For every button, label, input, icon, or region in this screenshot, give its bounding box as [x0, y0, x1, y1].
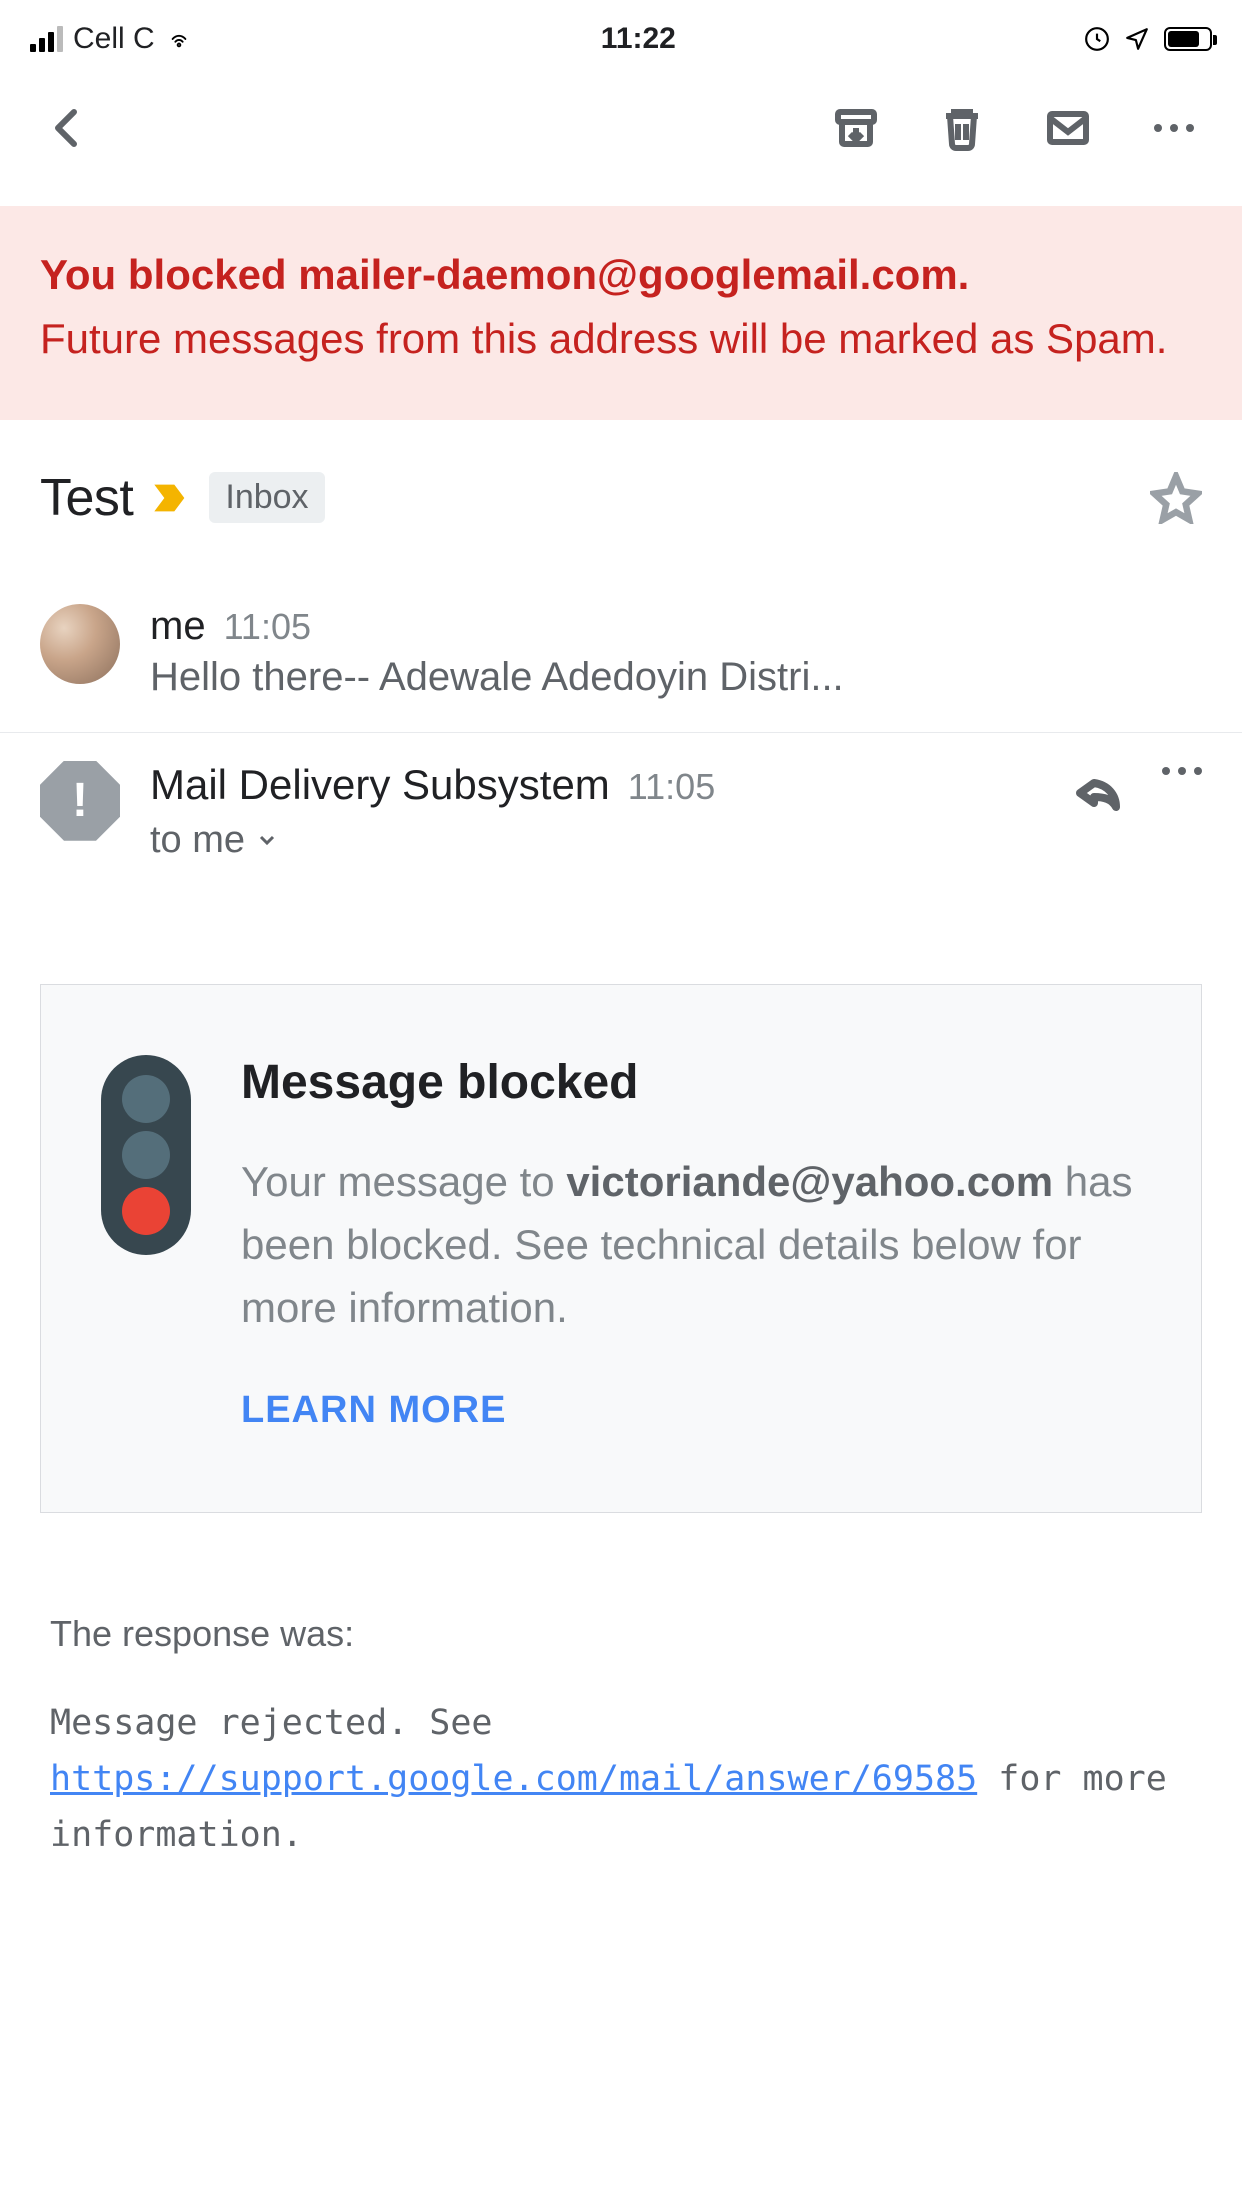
chevron-down-icon	[255, 828, 279, 852]
warning-avatar-icon[interactable]: !	[40, 761, 120, 841]
blocked-banner: You blocked mailer-daemon@googlemail.com…	[0, 206, 1242, 420]
learn-more-link[interactable]: LEARN MORE	[241, 1389, 506, 1432]
status-left: Cell C	[30, 22, 193, 56]
recipient-text: to me	[150, 819, 245, 862]
message-blocked-card: Message blocked Your message to victoria…	[40, 984, 1202, 1513]
more-button[interactable]	[1146, 100, 1202, 156]
back-button[interactable]	[40, 100, 96, 156]
important-icon[interactable]	[151, 478, 191, 518]
toolbar	[0, 70, 1242, 206]
mark-unread-button[interactable]	[1040, 100, 1096, 156]
status-time: 11:22	[601, 22, 676, 56]
recipient-dropdown[interactable]: to me	[150, 819, 1044, 862]
card-text: Your message to victoriande@yahoo.com ha…	[241, 1150, 1141, 1339]
battery-icon	[1164, 27, 1212, 51]
message-time: 11:05	[628, 766, 715, 808]
response-label: The response was:	[50, 1613, 1192, 1655]
thread-item-collapsed[interactable]: me 11:05 Hello there-- Adewale Adedoyin …	[0, 576, 1242, 733]
star-button[interactable]	[1150, 472, 1202, 524]
sender-name: me	[150, 604, 206, 649]
carrier-label: Cell C	[73, 22, 155, 56]
message-more-button[interactable]	[1162, 767, 1202, 775]
banner-subtitle: Future messages from this address will b…	[40, 309, 1202, 370]
thread-item-expanded: ! Mail Delivery Subsystem 11:05 to me	[0, 733, 1242, 894]
location-icon	[1124, 26, 1150, 52]
response-section: The response was: Message rejected. See …	[0, 1513, 1242, 1863]
sender-name[interactable]: Mail Delivery Subsystem	[150, 761, 610, 809]
banner-title: You blocked mailer-daemon@googlemail.com…	[40, 246, 1202, 305]
subject-text: Test	[40, 468, 133, 528]
signal-icon	[30, 26, 63, 52]
message-time: 11:05	[224, 606, 311, 648]
avatar[interactable]	[40, 604, 120, 684]
wifi-icon	[165, 28, 193, 50]
response-body: Message rejected. See https://support.go…	[50, 1695, 1192, 1863]
reply-button[interactable]	[1074, 767, 1122, 820]
traffic-light-icon	[101, 1055, 191, 1255]
delete-button[interactable]	[934, 100, 990, 156]
card-title: Message blocked	[241, 1055, 1141, 1110]
support-link[interactable]: https://support.google.com/mail/answer/6…	[50, 1759, 977, 1799]
status-right	[1084, 26, 1212, 52]
inbox-label[interactable]: Inbox	[209, 472, 324, 523]
message-snippet: Hello there-- Adewale Adedoyin Distri...	[150, 655, 1202, 700]
blocked-email: victoriande@yahoo.com	[566, 1158, 1053, 1205]
archive-button[interactable]	[828, 100, 884, 156]
orientation-lock-icon	[1084, 26, 1110, 52]
subject-row: Test Inbox	[0, 420, 1242, 576]
status-bar: Cell C 11:22	[0, 0, 1242, 70]
